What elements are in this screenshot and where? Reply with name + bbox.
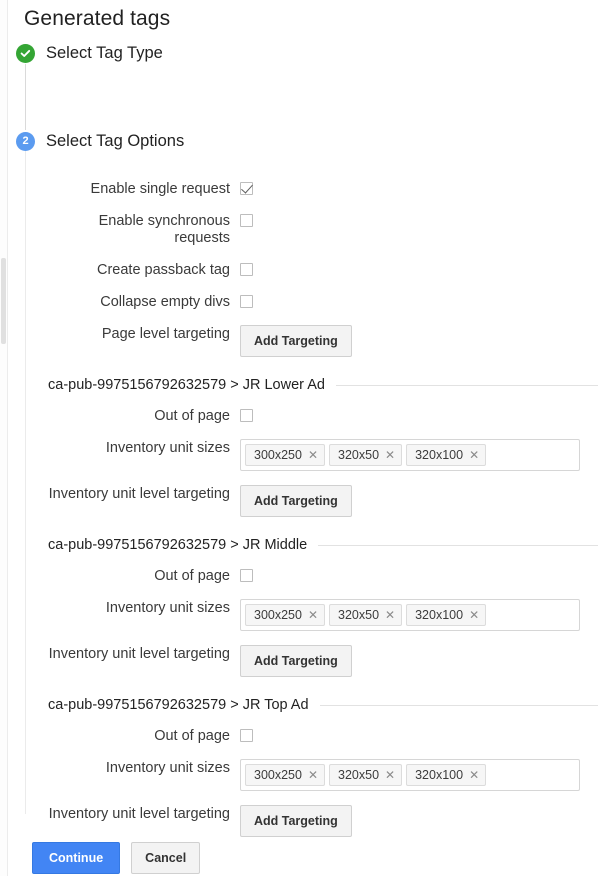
add-inventory-targeting-button[interactable]: Add Targeting: [240, 485, 352, 517]
out-of-page-label: Out of page: [8, 567, 230, 585]
size-chip[interactable]: 320x100 ✕: [406, 764, 486, 786]
remove-size-icon[interactable]: ✕: [385, 450, 395, 460]
option-row-page-level-targeting: Page level targeting Add Targeting: [8, 325, 600, 357]
inventory-unit-sizes-label: Inventory unit sizes: [8, 599, 230, 617]
checkbox-out-of-page[interactable]: [240, 729, 253, 742]
ad-unit-row-out-of-page: Out of page: [8, 567, 600, 585]
section-divider: [336, 385, 598, 386]
wizard-step-1-label: Select Tag Type: [46, 44, 163, 63]
ad-unit-row-out-of-page: Out of page: [8, 407, 600, 425]
inventory-unit-sizes-label: Inventory unit sizes: [8, 759, 230, 777]
checkbox-out-of-page[interactable]: [240, 409, 253, 422]
checkbox-create-passback-tag[interactable]: [240, 263, 253, 276]
size-chip-label: 320x100: [415, 448, 463, 462]
ad-unit-section: ca-pub-9975156792632579 > JR Middle Out …: [8, 537, 600, 677]
inventory-unit-sizes-input[interactable]: 300x250 ✕ 320x50 ✕ 320x100 ✕: [240, 599, 580, 631]
size-chip-label: 320x50: [338, 448, 379, 462]
size-chip[interactable]: 300x250 ✕: [245, 604, 325, 626]
size-chip[interactable]: 320x50 ✕: [329, 764, 402, 786]
ad-unit-row-sizes: Inventory unit sizes 300x250 ✕ 320x50 ✕ …: [8, 439, 600, 471]
ad-unit-row-targeting: Inventory unit level targeting Add Targe…: [8, 645, 600, 677]
size-chip[interactable]: 320x50 ✕: [329, 604, 402, 626]
ad-unit-title: ca-pub-9975156792632579 > JR Lower Ad: [48, 377, 325, 393]
remove-size-icon[interactable]: ✕: [469, 610, 479, 620]
ad-unit-row-targeting: Inventory unit level targeting Add Targe…: [8, 485, 600, 517]
inventory-unit-sizes-label: Inventory unit sizes: [8, 439, 230, 457]
option-label: Enable single request: [8, 180, 230, 198]
remove-size-icon[interactable]: ✕: [385, 770, 395, 780]
scrollbar-thumb[interactable]: [1, 258, 6, 344]
check-icon: [16, 44, 35, 63]
ad-unit-header: ca-pub-9975156792632579 > JR Lower Ad: [8, 377, 600, 393]
out-of-page-label: Out of page: [8, 407, 230, 425]
size-chip-label: 320x100: [415, 608, 463, 622]
size-chip[interactable]: 300x250 ✕: [245, 764, 325, 786]
size-chip[interactable]: 300x250 ✕: [245, 444, 325, 466]
page-title: Generated tags: [8, 0, 600, 31]
tag-options-page: Generated tags Select Tag Type 2 Select …: [8, 0, 600, 876]
ad-unit-row-out-of-page: Out of page: [8, 727, 600, 745]
ad-unit-row-sizes: Inventory unit sizes 300x250 ✕ 320x50 ✕ …: [8, 599, 600, 631]
remove-size-icon[interactable]: ✕: [469, 770, 479, 780]
wizard-step-select-tag-type[interactable]: Select Tag Type: [8, 40, 600, 66]
wizard-step-2-label: Select Tag Options: [46, 132, 184, 151]
size-chip-label: 300x250: [254, 448, 302, 462]
continue-button[interactable]: Continue: [32, 842, 120, 874]
size-chip[interactable]: 320x100 ✕: [406, 604, 486, 626]
window-left-gutter: [0, 0, 8, 876]
inventory-unit-sizes-input[interactable]: 300x250 ✕ 320x50 ✕ 320x100 ✕: [240, 759, 580, 791]
page-level-targeting-label: Page level targeting: [8, 325, 230, 343]
ad-unit-row-targeting: Inventory unit level targeting Add Targe…: [8, 805, 600, 837]
inventory-unit-level-targeting-label: Inventory unit level targeting: [8, 645, 230, 663]
step-connector-line: [25, 64, 26, 130]
remove-size-icon[interactable]: ✕: [308, 450, 318, 460]
ad-unit-header: ca-pub-9975156792632579 > JR Top Ad: [8, 697, 600, 713]
step-number-badge: 2: [16, 132, 35, 151]
inventory-unit-sizes-input[interactable]: 300x250 ✕ 320x50 ✕ 320x100 ✕: [240, 439, 580, 471]
remove-size-icon[interactable]: ✕: [469, 450, 479, 460]
size-chip-label: 300x250: [254, 768, 302, 782]
ad-unit-section: ca-pub-9975156792632579 > JR Lower Ad Ou…: [8, 377, 600, 517]
size-chip-label: 320x100: [415, 768, 463, 782]
checkbox-out-of-page[interactable]: [240, 569, 253, 582]
section-divider: [320, 705, 598, 706]
ad-unit-row-sizes: Inventory unit sizes 300x250 ✕ 320x50 ✕ …: [8, 759, 600, 791]
size-chip-label: 320x50: [338, 768, 379, 782]
remove-size-icon[interactable]: ✕: [308, 610, 318, 620]
tag-options-form: Enable single request Enable synchronous…: [8, 180, 600, 357]
size-chip[interactable]: 320x100 ✕: [406, 444, 486, 466]
size-chip-label: 300x250: [254, 608, 302, 622]
option-row-passback-tag: Create passback tag: [8, 261, 600, 279]
add-inventory-targeting-button[interactable]: Add Targeting: [240, 805, 352, 837]
option-row-single-request: Enable single request: [8, 180, 600, 198]
size-chip[interactable]: 320x50 ✕: [329, 444, 402, 466]
step-connector-line-lower: [25, 150, 26, 814]
add-inventory-targeting-button[interactable]: Add Targeting: [240, 645, 352, 677]
size-chip-label: 320x50: [338, 608, 379, 622]
remove-size-icon[interactable]: ✕: [308, 770, 318, 780]
cancel-button[interactable]: Cancel: [131, 842, 200, 874]
option-row-synchronous-requests: Enable synchronous requests: [8, 212, 600, 247]
section-divider: [318, 545, 598, 546]
option-label: Enable synchronous requests: [8, 212, 230, 247]
add-page-level-targeting-button[interactable]: Add Targeting: [240, 325, 352, 357]
inventory-unit-level-targeting-label: Inventory unit level targeting: [8, 485, 230, 503]
out-of-page-label: Out of page: [8, 727, 230, 745]
checkbox-collapse-empty-divs[interactable]: [240, 295, 253, 308]
checkbox-enable-single-request[interactable]: [240, 182, 253, 195]
ad-unit-title: ca-pub-9975156792632579 > JR Middle: [48, 537, 307, 553]
inventory-unit-level-targeting-label: Inventory unit level targeting: [8, 805, 230, 823]
remove-size-icon[interactable]: ✕: [385, 610, 395, 620]
option-row-collapse-empty-divs: Collapse empty divs: [8, 293, 600, 311]
form-footer: Continue Cancel: [32, 842, 200, 874]
option-label: Create passback tag: [8, 261, 230, 279]
ad-unit-section: ca-pub-9975156792632579 > JR Top Ad Out …: [8, 697, 600, 837]
ad-unit-header: ca-pub-9975156792632579 > JR Middle: [8, 537, 600, 553]
ad-unit-title: ca-pub-9975156792632579 > JR Top Ad: [48, 697, 309, 713]
wizard-step-select-tag-options[interactable]: 2 Select Tag Options: [8, 128, 600, 154]
checkbox-enable-synchronous-requests[interactable]: [240, 214, 253, 227]
option-label: Collapse empty divs: [8, 293, 230, 311]
